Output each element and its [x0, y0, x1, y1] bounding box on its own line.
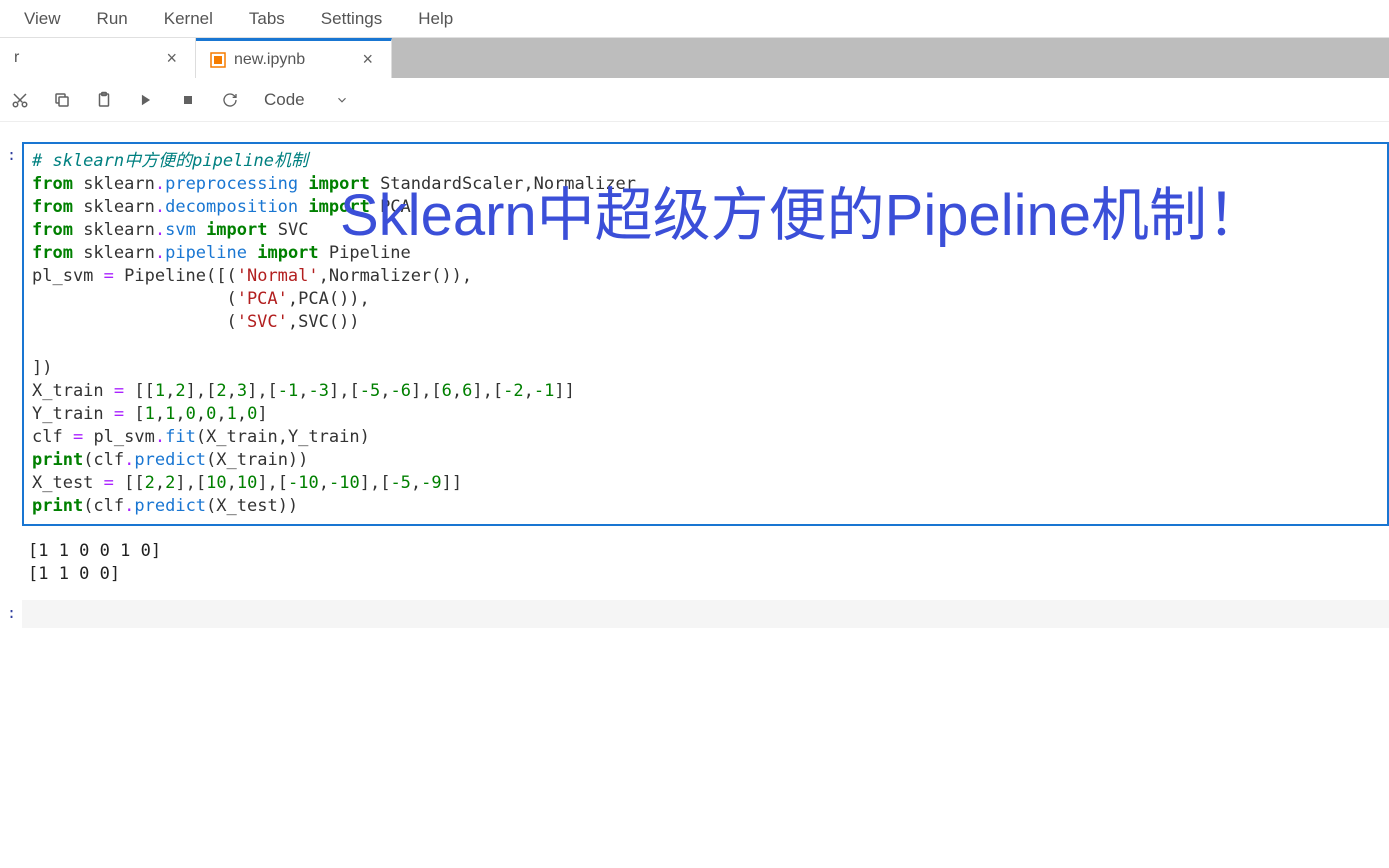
cell-input[interactable]: [22, 600, 1389, 628]
tab-0[interactable]: r×: [0, 38, 196, 78]
cell-prompt: :: [0, 142, 22, 526]
close-icon[interactable]: ×: [162, 48, 181, 69]
tab-label: r: [14, 49, 19, 67]
cut-button[interactable]: [0, 84, 40, 116]
run-button[interactable]: [126, 84, 166, 116]
menubar: ViewRunKernelTabsSettingsHelp: [0, 0, 1389, 38]
menu-tabs[interactable]: Tabs: [235, 3, 299, 35]
menu-run[interactable]: Run: [83, 3, 142, 35]
cell-prompt: :: [0, 600, 22, 628]
notebook-icon: [210, 52, 226, 68]
stop-button[interactable]: [168, 84, 208, 116]
paste-button[interactable]: [84, 84, 124, 116]
menu-settings[interactable]: Settings: [307, 3, 396, 35]
tabbar: r×new.ipynb×: [0, 38, 1389, 78]
cell-output: [1 1 0 0 1 0] [1 1 0 0]: [28, 532, 1389, 594]
cell-0: :# sklearn中方便的pipeline机制from sklearn.pre…: [0, 142, 1389, 526]
close-icon[interactable]: ×: [358, 49, 377, 70]
copy-button[interactable]: [42, 84, 82, 116]
toolbar: Code: [0, 78, 1389, 122]
cell-output-row: [1 1 0 0 1 0] [1 1 0 0]: [0, 532, 1389, 594]
restart-button[interactable]: [210, 84, 250, 116]
menu-kernel[interactable]: Kernel: [150, 3, 227, 35]
cell-type-label: Code: [264, 90, 305, 110]
cell-input[interactable]: # sklearn中方便的pipeline机制from sklearn.prep…: [22, 142, 1389, 526]
cell-1: :: [0, 600, 1389, 628]
menu-help[interactable]: Help: [404, 3, 467, 35]
tab-label: new.ipynb: [234, 51, 305, 69]
cell-type-selector[interactable]: Code: [264, 90, 349, 110]
tab-1[interactable]: new.ipynb ×: [196, 38, 392, 78]
menu-view[interactable]: View: [10, 3, 75, 35]
notebook-area[interactable]: :# sklearn中方便的pipeline机制from sklearn.pre…: [0, 122, 1389, 628]
chevron-down-icon: [335, 93, 349, 107]
